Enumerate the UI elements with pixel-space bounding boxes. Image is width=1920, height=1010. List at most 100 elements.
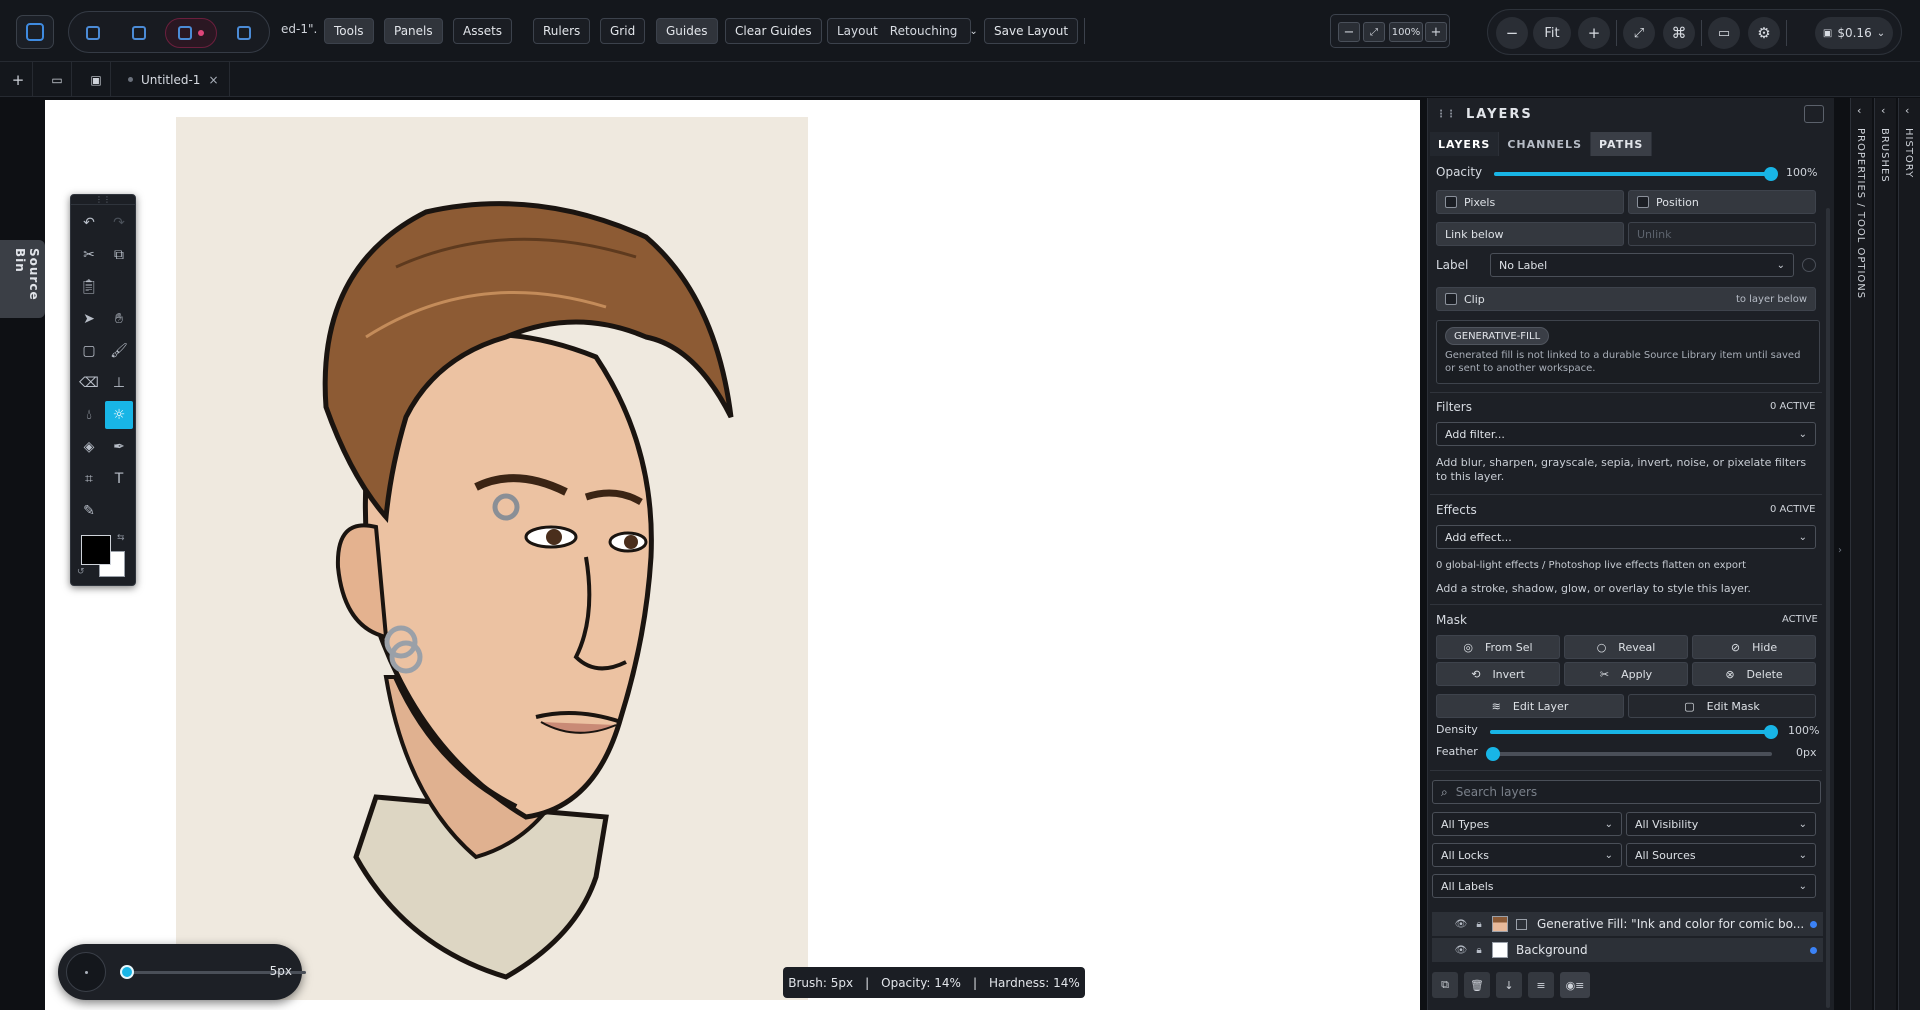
zoom-fit-small-button[interactable]: ⤢	[1363, 22, 1385, 42]
text-tool[interactable]: T	[105, 465, 133, 493]
zoom-in-small-button[interactable]: +	[1425, 22, 1447, 42]
close-icon[interactable]: ×	[208, 73, 218, 87]
lock-icon[interactable]: 🔒︎	[1470, 945, 1488, 956]
mask-apply-button[interactable]: ✂ Apply	[1564, 662, 1688, 686]
save-layout-button[interactable]: Save Layout	[984, 18, 1079, 44]
open-document-button[interactable]: ▭	[43, 62, 72, 97]
layout-select[interactable]: Layout Retouching ⌄	[827, 18, 978, 44]
layer-mask-thumbnail[interactable]	[1516, 918, 1527, 930]
fullscreen-button[interactable]: ⤢	[1623, 17, 1655, 49]
pen-tool[interactable]: ✒	[105, 433, 133, 461]
crop-tool[interactable]: ⌗	[75, 465, 103, 493]
mask-invert-button[interactable]: ⟲ Invert	[1436, 662, 1560, 686]
cost-button[interactable]: ▣ $0.16 ⌄	[1815, 17, 1893, 49]
eraser-tool[interactable]: ⌫	[75, 369, 103, 397]
opacity-slider-knob[interactable]	[1764, 167, 1778, 181]
lock-position-toggle[interactable]: Position	[1628, 190, 1816, 214]
unlink-button[interactable]: Unlink	[1628, 222, 1816, 246]
filter-types-select[interactable]: All Types ⌄	[1432, 812, 1622, 836]
mode-button-active[interactable]	[165, 18, 217, 48]
link-below-button[interactable]: Link below	[1436, 222, 1624, 246]
edit-mask-button[interactable]: ▢ Edit Mask	[1628, 694, 1816, 718]
zoom-out-button[interactable]: −	[1496, 17, 1528, 49]
brush-size-knob[interactable]	[120, 965, 134, 979]
mask-from-selection-button[interactable]: ◎ From Sel	[1436, 635, 1560, 659]
save-document-button[interactable]: ▣	[82, 62, 111, 97]
zoom-value[interactable]: 100%	[1389, 22, 1423, 42]
app-logo[interactable]	[16, 15, 54, 49]
eye-icon[interactable]: 👁︎	[1452, 945, 1470, 956]
tools-button[interactable]: Tools	[324, 18, 374, 44]
drag-handle-icon[interactable]: ⋮⋮	[1436, 109, 1456, 120]
new-document-button[interactable]: +	[4, 62, 33, 97]
filter-labels-select[interactable]: All Labels ⌄	[1432, 874, 1816, 898]
delete-layer-button[interactable]: 🗑︎	[1464, 972, 1490, 998]
palette-grip-icon[interactable]: ⋮⋮	[71, 195, 135, 205]
filter-locks-select[interactable]: All Locks ⌄	[1432, 843, 1622, 867]
history-side-tab[interactable]: ‹ HISTORY	[1898, 98, 1920, 1010]
move-tool[interactable]: ➤	[75, 305, 103, 333]
density-slider-knob[interactable]	[1764, 725, 1778, 739]
filter-visibility-select[interactable]: All Visibility ⌄	[1626, 812, 1816, 836]
fit-button[interactable]: Fit	[1533, 17, 1571, 49]
tab-layers[interactable]: LAYERS	[1430, 132, 1500, 156]
tab-paths[interactable]: PATHS	[1591, 132, 1653, 156]
open-folder-button[interactable]: ▭	[1708, 17, 1740, 49]
panel-scrollbar[interactable]	[1826, 208, 1830, 1008]
properties-side-tab[interactable]: ‹ PROPERTIES / TOOL OPTIONS	[1850, 98, 1872, 1010]
lock-icon[interactable]: 🔒︎	[1470, 919, 1488, 930]
duplicate-layer-button[interactable]: ⧉	[1432, 972, 1458, 998]
assets-button[interactable]: Assets	[453, 18, 513, 44]
visibility-toggle-button[interactable]: ◉≡	[1560, 972, 1590, 998]
tab-channels[interactable]: CHANNELS	[1499, 132, 1591, 156]
dock-panel-icon[interactable]	[1804, 105, 1824, 123]
guides-button[interactable]: Guides	[656, 18, 718, 44]
flatten-button[interactable]: ≡	[1528, 972, 1554, 998]
brushes-side-tab[interactable]: ‹ BRUSHES	[1874, 98, 1896, 1010]
undo-tool[interactable]: ↶	[75, 209, 103, 237]
brush-tool[interactable]: 🖌︎	[105, 337, 133, 365]
zoom-in-button[interactable]: +	[1578, 17, 1610, 49]
source-bin-tab[interactable]: Source Bin	[0, 240, 45, 318]
foreground-color-swatch[interactable]	[81, 535, 111, 565]
rulers-button[interactable]: Rulers	[533, 18, 591, 44]
label-select[interactable]: No Label ⌄	[1490, 253, 1794, 277]
merge-down-button[interactable]: ↓	[1496, 972, 1522, 998]
blur-tool[interactable]: 💧︎	[75, 401, 103, 429]
mask-hide-button[interactable]: ⊘ Hide	[1692, 635, 1816, 659]
fill-tool[interactable]: ◈	[75, 433, 103, 461]
feather-slider-knob[interactable]	[1486, 747, 1500, 761]
paste-tool[interactable]: 📋︎	[75, 273, 103, 301]
clip-checkbox[interactable]	[1445, 293, 1457, 305]
dodge-tool[interactable]: ☼	[105, 401, 133, 429]
mode-button-2[interactable]	[124, 18, 154, 48]
settings-button[interactable]: ⚙	[1748, 17, 1780, 49]
eyedropper-tool[interactable]: ✎	[75, 497, 103, 525]
swap-colors-icon[interactable]: ⇆	[117, 533, 125, 543]
mode-button-1[interactable]	[78, 18, 108, 48]
eye-icon[interactable]: 👁︎	[1452, 919, 1470, 930]
feather-slider-track[interactable]	[1490, 752, 1772, 756]
copy-tool[interactable]: ⧉	[105, 241, 133, 269]
layer-row-generative-fill[interactable]: 👁︎ 🔒︎ Generative Fill: "Ink and color fo…	[1432, 912, 1823, 936]
lock-pixels-toggle[interactable]: Pixels	[1436, 190, 1624, 214]
zoom-out-small-button[interactable]: −	[1338, 22, 1360, 42]
position-checkbox[interactable]	[1637, 196, 1649, 208]
add-effect-select[interactable]: Add effect... ⌄	[1436, 525, 1816, 549]
pixels-checkbox[interactable]	[1445, 196, 1457, 208]
reset-colors-icon[interactable]: ↺	[77, 567, 85, 577]
hand-tool[interactable]: ✋︎	[105, 305, 133, 333]
command-button[interactable]: ⌘	[1663, 17, 1695, 49]
stamp-tool[interactable]: ⊥	[105, 369, 133, 397]
redo-tool[interactable]: ↷	[105, 209, 133, 237]
grid-button[interactable]: Grid	[600, 18, 646, 44]
filter-sources-select[interactable]: All Sources ⌄	[1626, 843, 1816, 867]
cut-tool[interactable]: ✂	[75, 241, 103, 269]
canvas-area[interactable]	[45, 100, 1420, 1010]
tab-untitled-1[interactable]: Untitled-1 ×	[118, 62, 230, 97]
panels-button[interactable]: Panels	[384, 18, 443, 44]
mask-delete-button[interactable]: ⊗ Delete	[1692, 662, 1816, 686]
layer-row-background[interactable]: 👁︎ 🔒︎ Background	[1432, 938, 1823, 962]
mode-button-4[interactable]	[229, 18, 259, 48]
clip-toggle[interactable]: Clip to layer below	[1436, 287, 1816, 311]
